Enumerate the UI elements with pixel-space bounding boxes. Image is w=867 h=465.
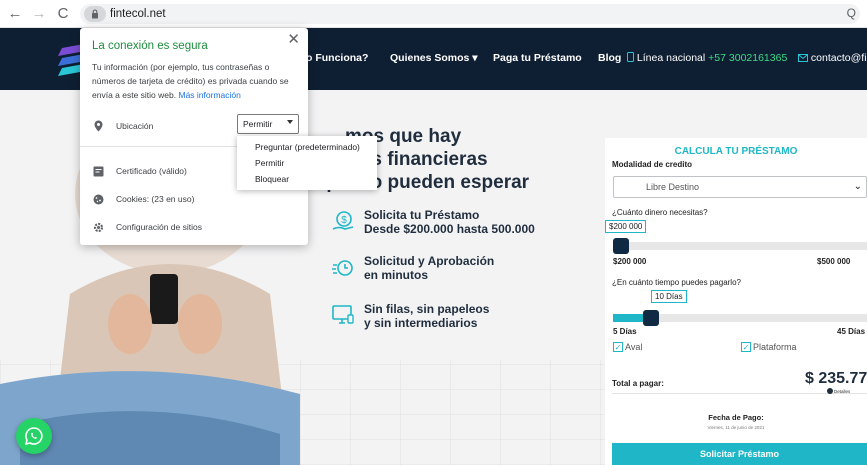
modalidad-label: Modalidad de credito	[612, 160, 693, 169]
phone-number: +57 3002161365	[708, 52, 788, 64]
option-bloquear[interactable]: Bloquear	[255, 174, 289, 184]
line-label: Línea nacional	[636, 52, 706, 64]
close-icon[interactable]: ✕	[287, 30, 300, 48]
feature-1-line-1: Solicita tu Préstamo	[364, 208, 480, 222]
amount-question: ¿Cuánto dinero necesitas?	[612, 208, 708, 217]
money-request-icon: $	[330, 208, 356, 234]
location-permission-select[interactable]: Permitir	[237, 114, 299, 134]
whatsapp-icon	[24, 427, 43, 446]
option-preguntar[interactable]: Preguntar (predeterminado)	[255, 142, 360, 152]
aval-label: Aval	[625, 342, 643, 352]
solicitar-prestamo-button[interactable]: Solicitar Préstamo	[612, 443, 867, 465]
plataforma-label: Plataforma	[753, 342, 797, 352]
nav-blog[interactable]: Blog	[598, 52, 621, 64]
nav-email[interactable]: contacto@fi	[798, 52, 867, 64]
time-slider-track[interactable]	[613, 310, 867, 326]
popup-description: Tu información (por ejemplo, tus contras…	[92, 60, 300, 102]
site-settings-row[interactable]: Configuración de sitios	[92, 221, 202, 233]
monitor-icon	[330, 302, 356, 328]
nav-phone-line[interactable]: Línea nacional +57 3002161365	[627, 52, 787, 64]
browser-toolbar: ← → C fintecol.net Q	[0, 0, 867, 28]
permission-dropdown: Preguntar (predeterminado) Permitir Bloq…	[237, 136, 377, 190]
svg-text:$: $	[341, 215, 347, 226]
amount-max-label: $500 000	[817, 257, 851, 266]
mail-icon	[798, 54, 808, 62]
cookies-row[interactable]: Cookies: (23 en uso)	[92, 193, 194, 205]
certificate-icon	[92, 165, 104, 177]
time-tooltip: 10 Días	[651, 290, 687, 303]
forward-arrow-icon: →	[31, 5, 47, 22]
feature-3-line-1: Sin filas, sin papeleos	[364, 302, 490, 316]
time-min-label: 5 Días	[613, 327, 637, 336]
url-text: fintecol.net	[110, 8, 166, 20]
info-icon	[827, 388, 833, 394]
site-info-button[interactable]	[84, 6, 106, 22]
check-icon: ✓	[613, 342, 623, 352]
cookies-label: Cookies: (23 en uso)	[116, 194, 195, 204]
popup-title: La conexión es segura	[92, 40, 208, 52]
location-pin-icon	[92, 120, 104, 132]
location-label: Ubicación	[116, 121, 154, 131]
chevron-down-icon: ⌄	[853, 181, 862, 192]
time-max-label: 45 Días	[837, 327, 866, 336]
back-arrow-icon: ←	[7, 5, 23, 22]
site-settings-label: Configuración de sitios	[116, 222, 202, 232]
back-button[interactable]: ←	[6, 5, 24, 23]
nav-quienes-somos[interactable]: Quienes Somos ▾	[390, 52, 478, 64]
caret-down-icon	[287, 120, 293, 124]
more-info-link[interactable]: Más información	[178, 90, 240, 100]
fecha-value: Viernes, 11 de junio de 2021	[707, 425, 765, 430]
detalles-label: Detalles	[834, 388, 851, 394]
nav-como-funciona[interactable]: o Funciona?	[306, 52, 368, 64]
email-text: contacto@fi	[810, 52, 867, 64]
feature-2-line-1: Solicitud y Aprobación	[364, 254, 495, 268]
calculator-title: CALCULA TU PRÉSTAMO	[674, 146, 798, 157]
nav-paga-prestamo[interactable]: Paga tu Préstamo	[493, 52, 582, 64]
check-icon: ✓	[741, 342, 751, 352]
aval-checkbox[interactable]: ✓ Aval	[613, 342, 642, 352]
time-slider-handle[interactable]	[642, 310, 659, 326]
feature-2-line-2: en minutos	[364, 268, 429, 282]
amount-min-label: $200 000	[613, 257, 647, 266]
reload-button[interactable]: C	[54, 5, 72, 23]
whatsapp-button[interactable]	[16, 418, 52, 454]
location-row: Ubicación	[92, 120, 153, 132]
amount-slider-track[interactable]	[613, 238, 867, 254]
address-bar[interactable]: fintecol.net Q	[80, 4, 860, 24]
certificate-label: Certificado (válido)	[116, 166, 187, 176]
stopwatch-icon	[330, 254, 356, 280]
detalles-link[interactable]: Detalles	[827, 388, 850, 394]
option-permitir[interactable]: Permitir	[255, 158, 284, 168]
reload-icon: C	[57, 5, 69, 22]
lock-icon	[92, 9, 98, 19]
feature-3-line-2: y sin intermediarios	[364, 316, 478, 330]
feature-sin-filas: Sin filas, sin papeleos y sin intermedia…	[330, 302, 489, 330]
modalidad-value: Libre Destino	[646, 182, 700, 192]
amount-tooltip: $200 000	[605, 220, 647, 233]
fecha-label: Fecha de Pago:	[708, 413, 764, 422]
feature-1-line-2: Desde $200.000 hasta 500.000	[364, 222, 535, 236]
feature-aprobacion: Solicitud y Aprobación en minutos	[330, 254, 494, 282]
feature-solicita: $ Solicita tu Préstamo Desde $200.000 ha…	[330, 208, 535, 236]
total-label: Total a pagar:	[612, 379, 664, 388]
modalidad-select[interactable]: Libre Destino ⌄	[613, 176, 867, 198]
zoom-icon[interactable]: Q	[847, 6, 856, 20]
cookie-icon	[92, 193, 104, 205]
plataforma-checkbox[interactable]: ✓ Plataforma	[741, 342, 797, 352]
time-question: ¿En cuánto tiempo puedes pagarlo?	[612, 278, 741, 287]
forward-button[interactable]: →	[30, 5, 48, 23]
permission-value: Permitir	[243, 119, 273, 129]
gear-icon	[92, 221, 104, 233]
loan-calculator: CALCULA TU PRÉSTAMO Modalidad de credito…	[605, 138, 867, 465]
total-value: $ 235.77	[805, 370, 867, 387]
amount-slider-handle[interactable]	[613, 238, 629, 254]
phone-icon	[627, 52, 634, 62]
certificate-row[interactable]: Certificado (válido)	[92, 165, 187, 177]
